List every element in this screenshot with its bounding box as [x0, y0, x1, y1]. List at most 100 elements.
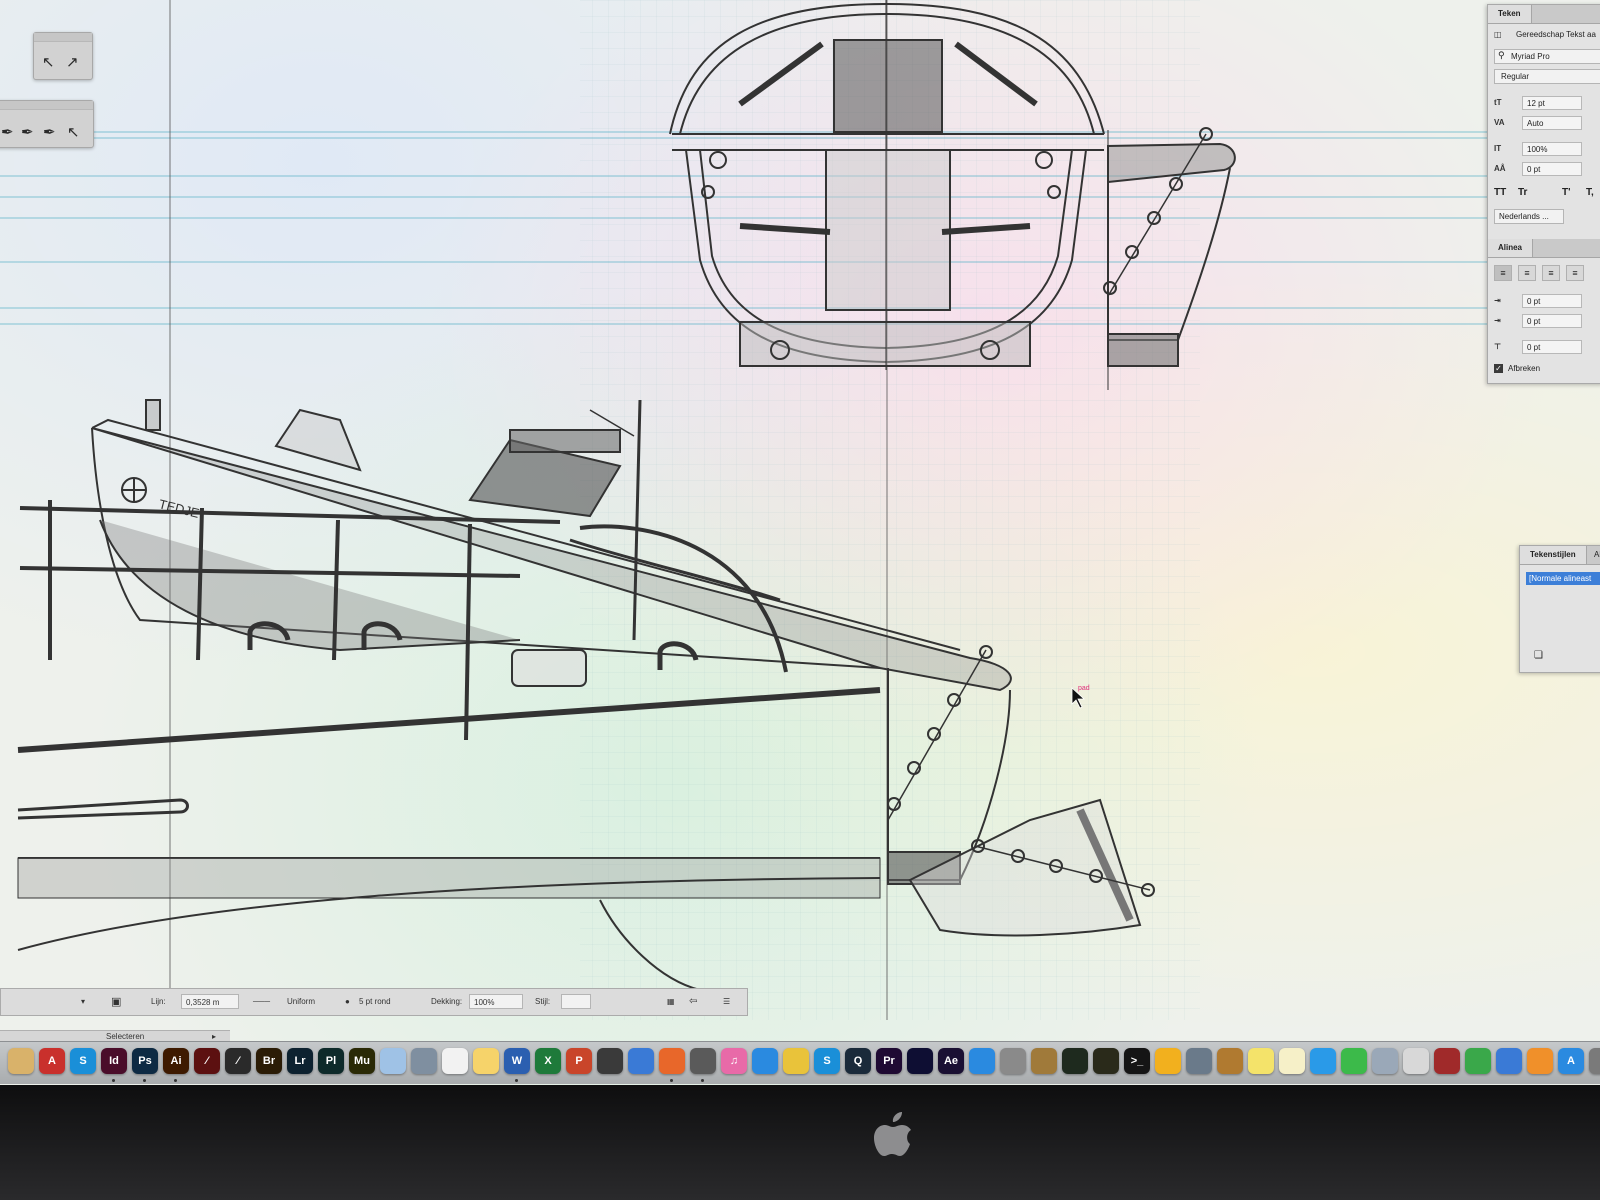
muse-icon[interactable]: Mu [349, 1048, 375, 1074]
facetime-icon[interactable] [1341, 1048, 1367, 1074]
photo-booth-icon[interactable] [1434, 1048, 1460, 1074]
excel-icon[interactable]: X [535, 1048, 561, 1074]
itunes-icon[interactable]: ♫ [721, 1048, 747, 1074]
mail-icon[interactable] [628, 1048, 654, 1074]
preview-icon[interactable] [411, 1048, 437, 1074]
align-center-button[interactable]: ≡ [1518, 265, 1536, 281]
panel-grip[interactable] [34, 33, 92, 42]
baseline-shift-field[interactable]: 0 pt [1522, 162, 1582, 176]
language-select[interactable]: Nederlands ... [1494, 209, 1564, 224]
small-caps-button[interactable]: Tr [1518, 185, 1527, 201]
photoshop-icon[interactable]: Ps [132, 1048, 158, 1074]
font-size-field[interactable]: 12 pt [1522, 96, 1582, 110]
alignment-row: ≡ ≡ ≡ ≡ [1494, 265, 1600, 281]
folder-icon[interactable] [380, 1048, 406, 1074]
acrobat-icon[interactable]: A [39, 1048, 65, 1074]
selection-arrow-icon[interactable]: ↖ [42, 55, 55, 71]
numbers-icon[interactable] [1465, 1048, 1491, 1074]
illustrator-icon[interactable]: Ai [163, 1048, 189, 1074]
media-encoder-icon[interactable] [907, 1048, 933, 1074]
acrobat-reader-icon[interactable]: ⁄ [225, 1048, 251, 1074]
transform-icon[interactable]: ⇦ [689, 989, 697, 1015]
skype-icon[interactable]: S [70, 1048, 96, 1074]
direct-selection-icon[interactable]: ↗ [66, 55, 79, 71]
new-style-icon[interactable]: ❏ [1534, 650, 1543, 661]
hyphenate-checkbox[interactable]: ✓ [1494, 364, 1503, 373]
terminal-icon[interactable]: >_ [1124, 1048, 1150, 1074]
safari-icon[interactable] [752, 1048, 778, 1074]
keynote-icon[interactable] [1496, 1048, 1522, 1074]
style-list-item[interactable]: [Normale alineast [1526, 572, 1600, 585]
console-icon[interactable] [1093, 1048, 1119, 1074]
superscript-button[interactable]: T' [1562, 185, 1571, 201]
leading-field[interactable]: Auto [1522, 116, 1582, 130]
pro-app-icon[interactable] [690, 1048, 716, 1074]
delete-anchor-icon[interactable]: ✒ [43, 125, 56, 141]
variable-width-profile[interactable]: Uniform [287, 989, 315, 1015]
vertical-scale-field[interactable]: 100% [1522, 142, 1582, 156]
prelude-icon[interactable]: Pl [318, 1048, 344, 1074]
drive-icon[interactable] [1155, 1048, 1181, 1074]
align-left-button[interactable]: ≡ [1494, 265, 1512, 281]
lightroom-icon[interactable]: Lr [287, 1048, 313, 1074]
align-right-button[interactable]: ≡ [1542, 265, 1560, 281]
font-family-field[interactable]: Myriad Pro [1494, 49, 1600, 64]
stroke-weight-field[interactable]: 0,3528 m [181, 994, 239, 1009]
textedit-icon[interactable] [442, 1048, 468, 1074]
convert-anchor-icon[interactable]: ↖ [67, 125, 80, 141]
lite-app-icon[interactable] [969, 1048, 995, 1074]
add-anchor-icon[interactable]: ✒ [21, 125, 34, 141]
tool-row: ◫ Gereedschap Tekst aa [1494, 27, 1600, 43]
firefox-icon[interactable] [659, 1048, 685, 1074]
panel-grip[interactable] [0, 101, 93, 110]
script-icon[interactable] [1403, 1048, 1429, 1074]
left-indent-field[interactable]: 0 pt [1522, 294, 1582, 308]
fill-swatch-icon[interactable]: ▾ [81, 989, 85, 1015]
ibooks-icon[interactable] [1527, 1048, 1553, 1074]
finder-icon[interactable] [8, 1048, 34, 1074]
activity-monitor-icon[interactable] [1062, 1048, 1088, 1074]
boat-drawing-canvas[interactable]: TEDJE pad [0, 0, 1600, 1085]
photos-icon[interactable] [473, 1048, 499, 1074]
after-effects-icon[interactable]: Ae [938, 1048, 964, 1074]
notes-icon[interactable] [1279, 1048, 1305, 1074]
notes-brown-icon[interactable] [1217, 1048, 1243, 1074]
indesign-icon[interactable]: Id [101, 1048, 127, 1074]
word-icon[interactable]: W [504, 1048, 530, 1074]
hull-lettering: TEDJE [157, 496, 201, 521]
opacity-field[interactable]: 100% [469, 994, 523, 1009]
utility-icon[interactable] [1031, 1048, 1057, 1074]
space-before-field[interactable]: 0 pt [1522, 340, 1582, 354]
scanner-icon[interactable] [1000, 1048, 1026, 1074]
all-caps-button[interactable]: TT [1494, 185, 1506, 201]
pen-tool-icon[interactable]: ✒ [1, 125, 14, 141]
stickies-icon[interactable] [1248, 1048, 1274, 1074]
disk-utility-icon[interactable] [1186, 1048, 1212, 1074]
bridge-icon[interactable]: Br [256, 1048, 282, 1074]
system-prefs-icon[interactable] [1589, 1048, 1600, 1074]
align-icon[interactable]: ▦ [667, 989, 675, 1015]
screen: TEDJE pad ↖ ↗ ✒ ✒ ✒ ↖ Teken ◫ Gereedscha… [0, 0, 1600, 1085]
brush-definition[interactable]: 5 pt rond [359, 989, 391, 1015]
first-indent-field[interactable]: 0 pt [1522, 314, 1582, 328]
tab-paragraph[interactable]: Alinea [1488, 239, 1534, 257]
powerpoint-icon[interactable]: P [566, 1048, 592, 1074]
stroke-swatch-icon[interactable]: ▣ [111, 989, 121, 1015]
chrome-icon[interactable] [783, 1048, 809, 1074]
tab-paragraph-styles[interactable]: Al [1594, 546, 1600, 564]
messages-icon[interactable] [1310, 1048, 1336, 1074]
skype-2-icon[interactable]: S [814, 1048, 840, 1074]
justify-button[interactable]: ≡ [1566, 265, 1584, 281]
safari-dev-icon[interactable] [597, 1048, 623, 1074]
tab-character[interactable]: Teken [1488, 5, 1532, 23]
app-store-icon[interactable]: A [1558, 1048, 1584, 1074]
font-style-field[interactable]: Regular [1494, 69, 1600, 84]
acrobat-dc-icon[interactable]: ⁄ [194, 1048, 220, 1074]
preview-2-icon[interactable] [1372, 1048, 1398, 1074]
panel-menu-icon[interactable]: ☰ [723, 989, 730, 1015]
premiere-icon[interactable]: Pr [876, 1048, 902, 1074]
tab-character-styles[interactable]: Tekenstijlen [1520, 546, 1587, 564]
graphic-style-swatch[interactable] [561, 994, 591, 1009]
quicktime-icon[interactable]: Q [845, 1048, 871, 1074]
subscript-button[interactable]: T, [1586, 185, 1594, 201]
